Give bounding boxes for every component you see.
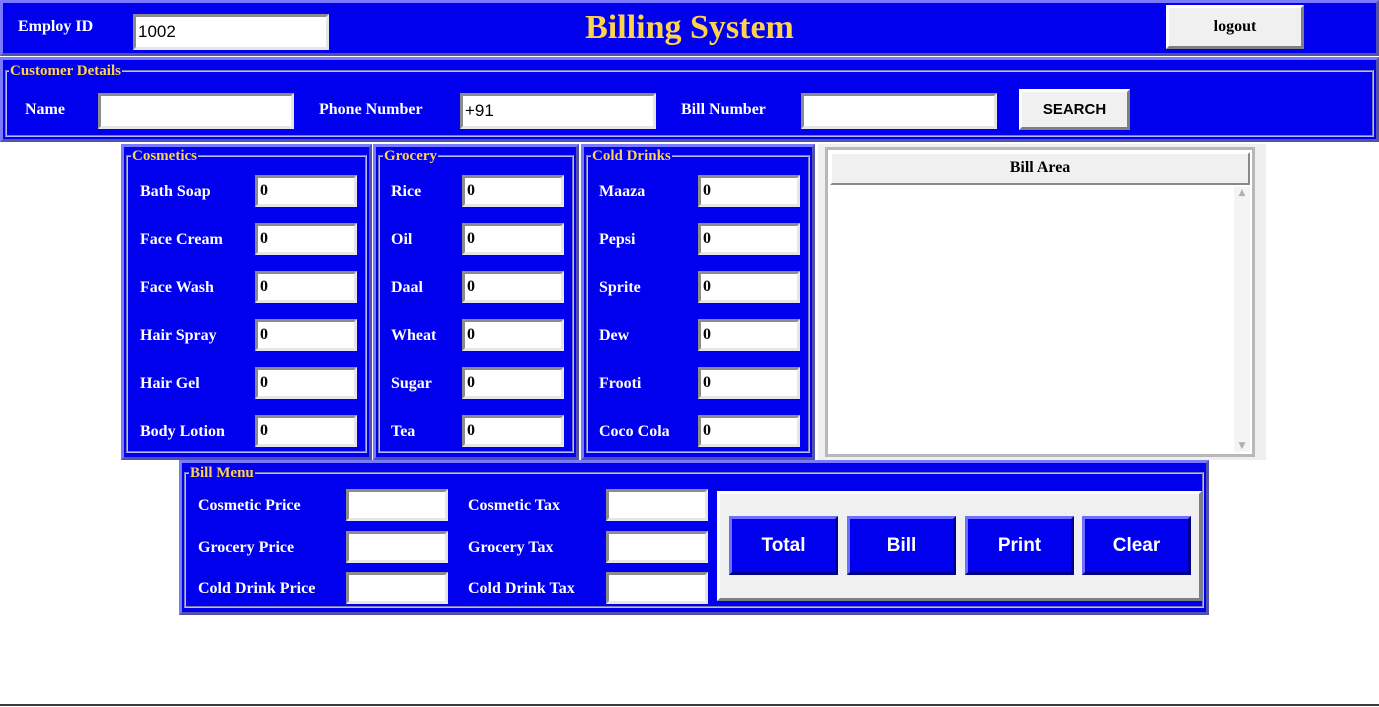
- bill-button[interactable]: Bill: [847, 516, 956, 575]
- cosmetic-price-label: Cosmetic Price: [198, 497, 301, 514]
- item-label-rice: Rice: [391, 183, 422, 200]
- item-label-frooti: Frooti: [599, 375, 642, 392]
- qty-input-face-cream[interactable]: [255, 223, 357, 255]
- scroll-down-icon[interactable]: ▼: [1234, 441, 1250, 451]
- grocery-price-label: Grocery Price: [198, 539, 295, 556]
- qty-input-sprite[interactable]: [698, 271, 800, 303]
- qty-input-body-lotion[interactable]: [255, 415, 357, 447]
- bill-area-textarea[interactable]: [830, 187, 1234, 452]
- qty-input-hair-gel[interactable]: [255, 367, 357, 399]
- item-label-coco-cola: Coco Cola: [599, 423, 670, 440]
- qty-input-face-wash[interactable]: [255, 271, 357, 303]
- cold-drinks-legend: Cold Drinks: [591, 148, 672, 164]
- header-bar: Employ ID Billing System logout: [0, 0, 1379, 56]
- cosmetic-tax-input[interactable]: [606, 489, 708, 521]
- bill-area-scrollbar[interactable]: ▲ ▼: [1234, 187, 1250, 452]
- cosmetics-panel: Cosmetics Bath Soap Face Cream Face Wash…: [121, 144, 372, 460]
- item-label-maaza: Maaza: [599, 183, 646, 200]
- qty-input-rice[interactable]: [462, 175, 564, 207]
- bill-menu-panel: Bill Menu Cosmetic Price Grocery Price C…: [179, 460, 1209, 615]
- phone-number-input[interactable]: [460, 93, 656, 129]
- grocery-panel: Grocery Rice Oil Daal Wheat Sugar Tea: [373, 144, 579, 460]
- qty-input-dew[interactable]: [698, 319, 800, 351]
- bill-area-panel: Bill Area ▲ ▼: [818, 144, 1266, 460]
- grocery-tax-input[interactable]: [606, 531, 708, 563]
- item-label-hair-spray: Hair Spray: [140, 327, 217, 344]
- item-label-face-cream: Face Cream: [140, 231, 223, 248]
- cosmetic-tax-label: Cosmetic Tax: [468, 497, 560, 514]
- name-input[interactable]: [98, 93, 294, 129]
- total-button[interactable]: Total: [729, 516, 838, 575]
- scroll-up-icon[interactable]: ▲: [1234, 188, 1250, 198]
- item-label-sugar: Sugar: [391, 375, 432, 392]
- qty-input-pepsi[interactable]: [698, 223, 800, 255]
- grocery-legend: Grocery: [383, 148, 439, 164]
- item-label-bath-soap: Bath Soap: [140, 183, 211, 200]
- item-label-face-wash: Face Wash: [140, 279, 214, 296]
- bill-menu-legend: Bill Menu: [189, 465, 255, 481]
- bottom-divider: [0, 704, 1379, 706]
- item-label-body-lotion: Body Lotion: [140, 423, 225, 440]
- qty-input-tea[interactable]: [462, 415, 564, 447]
- search-button[interactable]: SEARCH: [1019, 89, 1130, 130]
- qty-input-frooti[interactable]: [698, 367, 800, 399]
- bill-actions-frame: Total Bill Print Clear: [717, 491, 1202, 601]
- qty-input-oil[interactable]: [462, 223, 564, 255]
- item-label-dew: Dew: [599, 327, 630, 344]
- bill-area-frame: Bill Area ▲ ▼: [825, 147, 1255, 457]
- qty-input-daal[interactable]: [462, 271, 564, 303]
- item-label-sprite: Sprite: [599, 279, 641, 296]
- cold-drinks-panel: Cold Drinks Maaza Pepsi Sprite Dew Froot…: [581, 144, 815, 460]
- qty-input-coco-cola[interactable]: [698, 415, 800, 447]
- cold-drink-price-label: Cold Drink Price: [198, 580, 316, 597]
- cold-drink-tax-input[interactable]: [606, 572, 708, 604]
- qty-input-bath-soap[interactable]: [255, 175, 357, 207]
- bill-number-label: Bill Number: [681, 101, 766, 118]
- cosmetics-legend: Cosmetics: [131, 148, 198, 164]
- item-label-pepsi: Pepsi: [599, 231, 636, 248]
- bill-number-input[interactable]: [801, 93, 997, 129]
- grocery-tax-label: Grocery Tax: [468, 539, 554, 556]
- customer-details-legend: Customer Details: [9, 63, 122, 79]
- phone-number-label: Phone Number: [319, 101, 423, 118]
- logout-button[interactable]: logout: [1166, 5, 1304, 49]
- item-label-tea: Tea: [391, 423, 416, 440]
- print-button[interactable]: Print: [965, 516, 1074, 575]
- item-label-hair-gel: Hair Gel: [140, 375, 200, 392]
- cosmetic-price-input[interactable]: [346, 489, 448, 521]
- item-label-daal: Daal: [391, 279, 423, 296]
- clear-button[interactable]: Clear: [1082, 516, 1191, 575]
- qty-input-wheat[interactable]: [462, 319, 564, 351]
- grocery-price-input[interactable]: [346, 531, 448, 563]
- qty-input-hair-spray[interactable]: [255, 319, 357, 351]
- cold-drink-price-input[interactable]: [346, 572, 448, 604]
- item-label-oil: Oil: [391, 231, 413, 248]
- item-label-wheat: Wheat: [391, 327, 437, 344]
- qty-input-maaza[interactable]: [698, 175, 800, 207]
- qty-input-sugar[interactable]: [462, 367, 564, 399]
- bill-area-title: Bill Area: [830, 152, 1250, 185]
- cold-drink-tax-label: Cold Drink Tax: [468, 580, 575, 597]
- name-label: Name: [25, 101, 65, 118]
- customer-details-panel: Customer Details Name Phone Number Bill …: [0, 57, 1379, 142]
